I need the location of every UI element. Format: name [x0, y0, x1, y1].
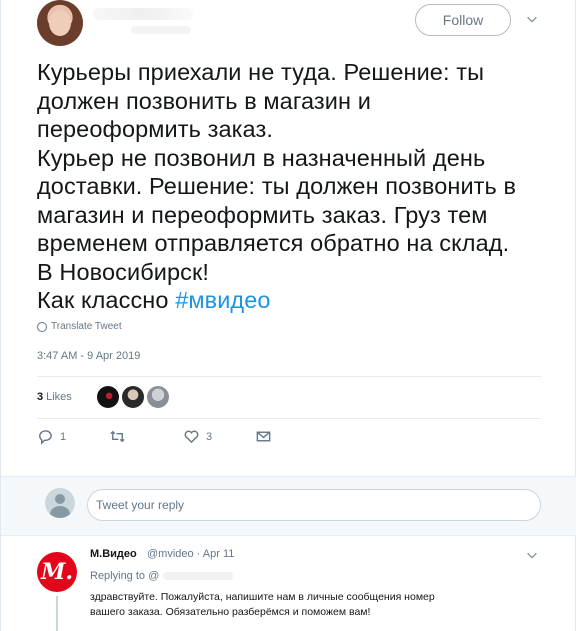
translate-tweet-link[interactable]: Translate Tweet — [37, 321, 122, 332]
reply-text: здравствуйте. Пожалуйста, напишите нам в… — [90, 590, 510, 620]
author-avatar[interactable] — [37, 0, 83, 46]
tweet-line: магазин и переоформить заказ. Груз тем — [37, 201, 488, 228]
tweet-line: переоформить заказ. — [37, 116, 273, 142]
reply-text-line: вашего заказа. Обязательно разберёмся и … — [90, 606, 371, 618]
tweet-timestamp[interactable]: 3:47 AM - 9 Apr 2019 — [37, 350, 140, 362]
reply-action[interactable]: 1 — [37, 428, 66, 445]
retweet-action[interactable] — [109, 428, 132, 445]
replying-to: Replying to @ — [90, 570, 234, 582]
hashtag-link[interactable]: #мвидео — [175, 287, 270, 313]
heart-icon — [184, 430, 199, 444]
likes-summary[interactable]: 3 Likes — [37, 386, 72, 408]
follow-button[interactable]: Follow — [415, 4, 511, 36]
current-user-avatar — [45, 488, 75, 518]
like-count: 3 — [206, 430, 213, 443]
reply-author-handle-date[interactable]: @mvideo · Apr 11 — [147, 548, 234, 560]
direct-message-action[interactable] — [255, 428, 272, 445]
divider — [37, 418, 541, 419]
tweet-line: доставки. Решение: ты должен позвонить в — [37, 173, 517, 199]
liker-avatar[interactable] — [147, 386, 169, 408]
tweet-text: Курьеры приехали не туда. Решение: ты до… — [37, 58, 547, 315]
thread-line — [56, 596, 58, 631]
tweet-actions: 1 3 — [37, 428, 297, 446]
chevron-down-icon[interactable] — [525, 12, 541, 28]
likers-avatars — [97, 386, 169, 408]
retweet-icon — [110, 430, 125, 443]
author-name-redacted — [93, 8, 193, 20]
reply-input[interactable]: Tweet your reply — [87, 489, 541, 521]
divider — [37, 376, 541, 377]
tweet-line: временем отправляется обратно на склад. — [37, 230, 510, 256]
tweet-line: Курьеры приехали не туда. Решение: ты — [37, 59, 485, 85]
like-action[interactable]: 3 — [183, 428, 212, 445]
likes-label: Likes — [46, 391, 72, 403]
tweet-line: Как классно #мвидео — [37, 286, 547, 315]
liker-avatar[interactable] — [122, 386, 144, 408]
tweet-card: Follow Курьеры приехали не туда. Решение… — [0, 0, 576, 631]
chevron-down-icon[interactable] — [525, 548, 539, 565]
reply-text-line: здравствуйте. Пожалуйста, напишите нам в… — [90, 591, 435, 603]
globe-icon — [37, 321, 47, 332]
reply-count: 1 — [60, 430, 67, 443]
replying-to-handle-redacted[interactable] — [163, 572, 234, 581]
reply-icon — [39, 430, 52, 445]
tweet-line-text: Как классно — [37, 287, 176, 313]
tweet-line: Курьер не позвонил в назначенный день — [37, 144, 486, 171]
author-handle-redacted — [131, 26, 191, 34]
replying-to-label: Replying to @ — [90, 570, 160, 582]
envelope-icon — [256, 431, 271, 442]
likes-count: 3 — [37, 391, 44, 403]
tweet-line: должен позвонить в магазин и — [37, 87, 371, 114]
mvideo-logo-avatar[interactable]: М. — [37, 552, 77, 592]
tweet-line: В Новосибирск! — [37, 258, 210, 285]
liker-avatar[interactable] — [97, 386, 119, 408]
reply-author-name[interactable]: М.Видео — [90, 548, 137, 560]
translate-label: Translate Tweet — [51, 321, 122, 332]
